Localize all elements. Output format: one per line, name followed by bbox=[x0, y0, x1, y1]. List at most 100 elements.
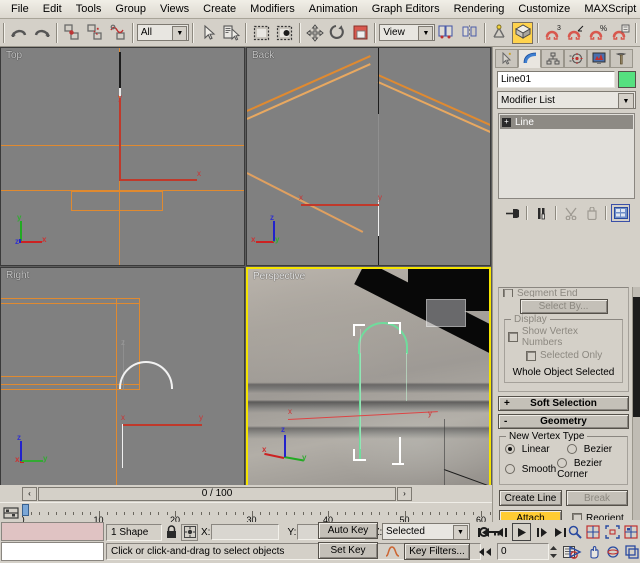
pin-icon[interactable] bbox=[503, 204, 522, 222]
lock-selection-icon[interactable] bbox=[162, 524, 181, 541]
menu-item-views[interactable]: Views bbox=[153, 1, 196, 17]
modifier-stack-item-line[interactable]: + Line bbox=[500, 115, 633, 129]
frame-spinner[interactable] bbox=[549, 543, 559, 560]
undo-arrow-icon[interactable] bbox=[9, 22, 30, 44]
field-of-view-icon[interactable] bbox=[565, 543, 584, 561]
mirror-icon[interactable] bbox=[459, 22, 480, 44]
menu-item-maxscript[interactable]: MAXScript bbox=[577, 1, 640, 17]
soft-selection-rollout-header[interactable]: + Soft Selection bbox=[498, 396, 629, 411]
menu-item-file[interactable]: File bbox=[4, 1, 36, 17]
align-icon[interactable] bbox=[490, 22, 511, 44]
open-mini-curve-editor-icon[interactable] bbox=[2, 505, 20, 521]
set-key-button[interactable]: Set Key bbox=[318, 542, 378, 559]
maximize-viewport-icon[interactable] bbox=[622, 543, 640, 561]
tab-motion[interactable] bbox=[564, 49, 587, 68]
time-next-button[interactable]: › bbox=[397, 486, 412, 501]
zoom-all-icon[interactable] bbox=[584, 523, 603, 541]
current-frame-field[interactable]: 0 bbox=[497, 543, 549, 560]
viewport-perspective[interactable]: x y Perspective x y z bbox=[246, 267, 491, 489]
attach-button[interactable]: Attach bbox=[499, 510, 562, 520]
menu-item-rendering[interactable]: Rendering bbox=[447, 1, 512, 17]
menu-item-customize[interactable]: Customize bbox=[511, 1, 577, 17]
use-pivot-point-center-icon[interactable] bbox=[436, 22, 457, 44]
next-frame-button[interactable] bbox=[531, 523, 550, 541]
unlink-selection-icon[interactable] bbox=[85, 22, 106, 44]
select-and-link-icon[interactable] bbox=[62, 22, 83, 44]
snaps-toggle-icon[interactable] bbox=[512, 21, 533, 44]
coordinate-system-dropdown[interactable]: View ▼ bbox=[379, 24, 436, 41]
arc-rotate-icon[interactable] bbox=[603, 543, 622, 561]
key-filters-button[interactable]: Key Filters... bbox=[404, 543, 470, 560]
viewport-top[interactable]: Top x y x y z bbox=[0, 47, 245, 266]
maxscript-output-field[interactable] bbox=[1, 522, 104, 541]
geometry-rollout-header[interactable]: - Geometry bbox=[498, 414, 629, 429]
zoom-icon[interactable] bbox=[565, 523, 584, 541]
previous-frame-button[interactable] bbox=[493, 523, 512, 541]
zoom-extents-icon[interactable] bbox=[603, 523, 622, 541]
viewport-back[interactable]: Back x y x y z bbox=[246, 47, 491, 266]
expand-icon[interactable]: + bbox=[502, 117, 511, 127]
timeline-cursor[interactable] bbox=[22, 504, 29, 516]
menu-item-graph-editors[interactable]: Graph Editors bbox=[365, 1, 447, 17]
selected-only-checkbox[interactable] bbox=[526, 350, 536, 361]
absolute-mode-transform-icon[interactable] bbox=[181, 523, 198, 541]
segment-end-checkbox[interactable] bbox=[503, 289, 513, 297]
viewport-right[interactable]: Right z x y x y z bbox=[0, 267, 245, 489]
menu-item-create[interactable]: Create bbox=[196, 1, 243, 17]
vertex-type-bezier-corner-radio[interactable] bbox=[557, 458, 568, 469]
chevron-down-icon[interactable]: ▼ bbox=[618, 93, 634, 109]
chevron-down-icon[interactable]: ▼ bbox=[418, 26, 434, 41]
play-button[interactable] bbox=[512, 523, 531, 541]
key-filter-mode-dropdown[interactable]: Selected ▼ bbox=[382, 523, 470, 540]
spinner-snap-toggle-icon[interactable] bbox=[611, 22, 632, 44]
tab-display[interactable] bbox=[587, 49, 610, 68]
select-and-move-icon[interactable] bbox=[305, 22, 326, 44]
x-coordinate-field[interactable] bbox=[211, 524, 280, 540]
vertex-type-bezier-radio[interactable] bbox=[567, 444, 577, 455]
configure-sets-icon[interactable] bbox=[611, 204, 630, 222]
auto-key-button[interactable]: Auto Key bbox=[318, 522, 378, 539]
menu-item-group[interactable]: Group bbox=[108, 1, 153, 17]
select-and-scale-icon[interactable] bbox=[350, 22, 371, 44]
tab-create[interactable] bbox=[495, 49, 518, 68]
select-and-rotate-icon[interactable] bbox=[327, 22, 348, 44]
menu-item-modifiers[interactable]: Modifiers bbox=[243, 1, 302, 17]
percent-snap-toggle-icon[interactable]: % bbox=[588, 22, 609, 44]
chevron-down-icon[interactable]: ▼ bbox=[172, 26, 188, 41]
modifier-list-dropdown[interactable]: Modifier List ▼ bbox=[497, 91, 636, 109]
select-by-name-icon[interactable] bbox=[221, 22, 242, 44]
menu-item-edit[interactable]: Edit bbox=[36, 1, 69, 17]
scrollbar-thumb[interactable] bbox=[633, 297, 640, 417]
reorient-checkbox[interactable] bbox=[572, 513, 582, 520]
angle-snap-toggle-icon[interactable] bbox=[565, 22, 586, 44]
rectangular-selection-region-icon[interactable] bbox=[251, 22, 272, 44]
modifier-stack[interactable]: + Line bbox=[498, 113, 635, 199]
zoom-extents-all-icon[interactable] bbox=[622, 523, 640, 541]
maxscript-mini-listener[interactable] bbox=[1, 522, 104, 562]
chevron-down-icon[interactable]: ▼ bbox=[453, 525, 468, 540]
show-vertex-numbers-checkbox[interactable] bbox=[508, 332, 518, 342]
show-end-result-icon[interactable] bbox=[532, 204, 551, 222]
pan-icon[interactable] bbox=[584, 543, 603, 561]
maxscript-input-field[interactable] bbox=[1, 542, 104, 561]
current-frame-display[interactable]: 0 / 100 bbox=[38, 486, 396, 501]
object-color-swatch[interactable] bbox=[618, 71, 636, 88]
select-object-icon[interactable] bbox=[198, 22, 219, 44]
create-line-button[interactable]: Create Line bbox=[499, 490, 562, 506]
tab-modify[interactable] bbox=[518, 49, 541, 68]
tab-hierarchy[interactable] bbox=[541, 49, 564, 68]
command-panel-scrollbar[interactable] bbox=[632, 287, 640, 520]
break-button[interactable]: Break bbox=[566, 490, 628, 506]
menu-item-tools[interactable]: Tools bbox=[69, 1, 109, 17]
window-crossing-icon[interactable] bbox=[274, 22, 295, 44]
snap-3d-icon[interactable]: 3 bbox=[543, 22, 564, 44]
vertex-type-linear-radio[interactable] bbox=[505, 444, 515, 455]
set-key-curve-icon[interactable] bbox=[383, 543, 401, 560]
redo-arrow-icon[interactable] bbox=[32, 22, 53, 44]
select-by-button[interactable]: Select By... bbox=[519, 299, 608, 314]
vertex-type-smooth-radio[interactable] bbox=[505, 463, 515, 474]
menu-item-animation[interactable]: Animation bbox=[302, 1, 365, 17]
time-prev-button[interactable]: ‹ bbox=[22, 486, 37, 501]
tab-utilities[interactable] bbox=[610, 49, 633, 68]
go-to-start-button[interactable] bbox=[474, 523, 493, 541]
